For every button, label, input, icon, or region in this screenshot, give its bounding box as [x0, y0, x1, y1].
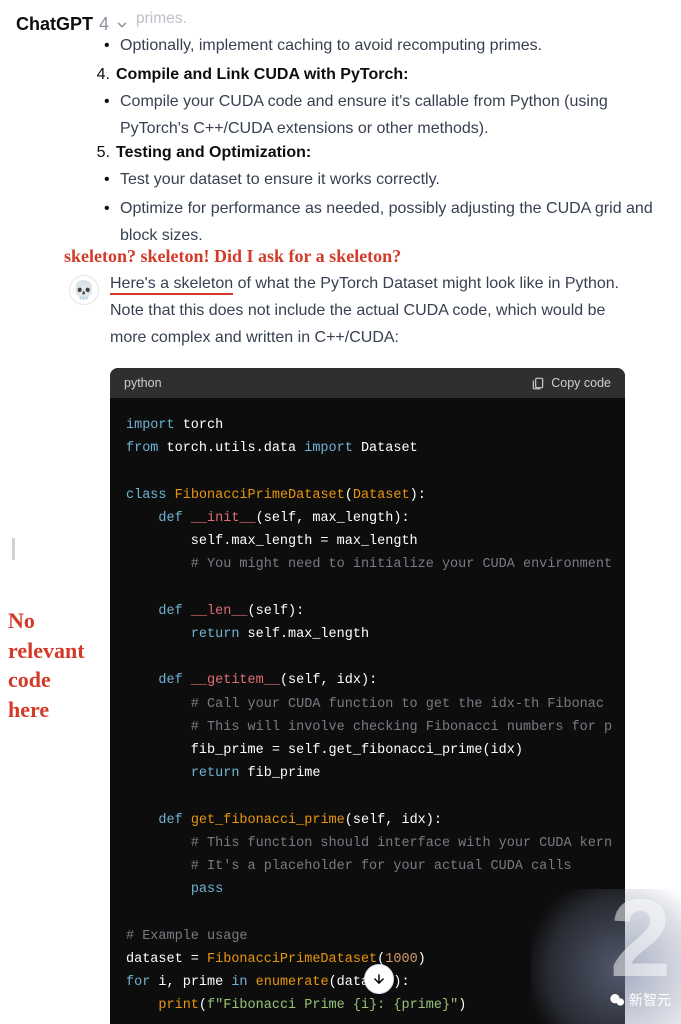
bullet-item: Compile your CUDA code and ensure it's c… — [120, 88, 670, 142]
watermark-label: 新智元 — [609, 990, 671, 1010]
code-lang-label: python — [124, 376, 162, 390]
scrollbar-indicator[interactable] — [12, 538, 15, 560]
model-name: ChatGPT — [16, 14, 93, 35]
faded-prev-line: primes. — [90, 6, 670, 32]
watermark-number: 2 — [610, 875, 671, 1002]
clipboard-icon — [531, 376, 545, 390]
arrow-down-icon — [372, 972, 386, 986]
skull-icon: 💀 — [73, 280, 95, 301]
code-header: python Copy code — [110, 368, 625, 398]
step-number: 4. — [90, 66, 110, 84]
list-item: 4. Compile and Link CUDA with PyTorch: — [90, 66, 670, 84]
bullet-item: Test your dataset to ensure it works cor… — [120, 166, 670, 193]
underlined-text: Here's a skeleton — [110, 275, 233, 295]
copy-code-label: Copy code — [551, 376, 611, 390]
scroll-down-button[interactable] — [364, 964, 394, 994]
step-title: Testing and Optimization: — [116, 144, 311, 162]
wechat-icon — [609, 992, 625, 1008]
handwritten-annotation-left: No relevant code here — [8, 606, 85, 725]
list-item: 5. Testing and Optimization: — [90, 144, 670, 162]
bullet-item: Optimize for performance as needed, poss… — [120, 195, 670, 249]
handwritten-annotation-top: skeleton? skeleton! Did I ask for a skel… — [64, 246, 401, 267]
step-number: 5. — [90, 144, 110, 162]
assistant-paragraph: Here's a skeleton of what the PyTorch Da… — [110, 270, 630, 352]
step-title: Compile and Link CUDA with PyTorch: — [116, 66, 408, 84]
faded-prev-bullet: Optionally, implement caching to avoid r… — [120, 32, 670, 59]
copy-code-button[interactable]: Copy code — [531, 376, 611, 390]
skull-avatar: 💀 — [70, 276, 98, 304]
watermark-badge: 2 新智元 — [531, 889, 681, 1024]
assistant-message: primes. Optionally, implement caching to… — [90, 0, 670, 251]
